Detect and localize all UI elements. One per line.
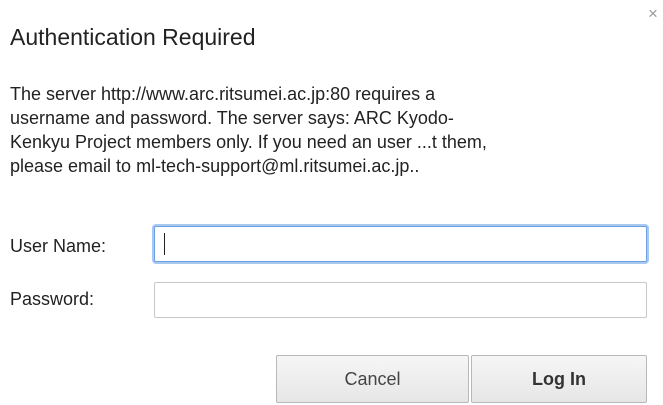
login-button[interactable]: Log In (471, 355, 647, 403)
message-line: Kenkyu Project members only. If you need… (10, 132, 487, 152)
message-line: The server http://www.arc.ritsumei.ac.jp… (10, 84, 436, 104)
cancel-button[interactable]: Cancel (276, 355, 469, 403)
username-label: User Name: (10, 236, 107, 256)
dialog-message: The server http://www.arc.ritsumei.ac.jp… (10, 82, 655, 178)
auth-dialog: × Authentication Required The server htt… (0, 0, 663, 405)
message-line: please email to ml-tech-support@ml.ritsu… (10, 156, 420, 176)
password-label: Password: (10, 289, 95, 309)
dialog-title: Authentication Required (10, 24, 256, 50)
password-field[interactable] (154, 282, 647, 318)
message-line: username and password. The server says: … (10, 108, 454, 128)
close-icon[interactable]: × (648, 5, 662, 22)
text-caret (164, 233, 165, 255)
username-field[interactable] (154, 226, 647, 262)
